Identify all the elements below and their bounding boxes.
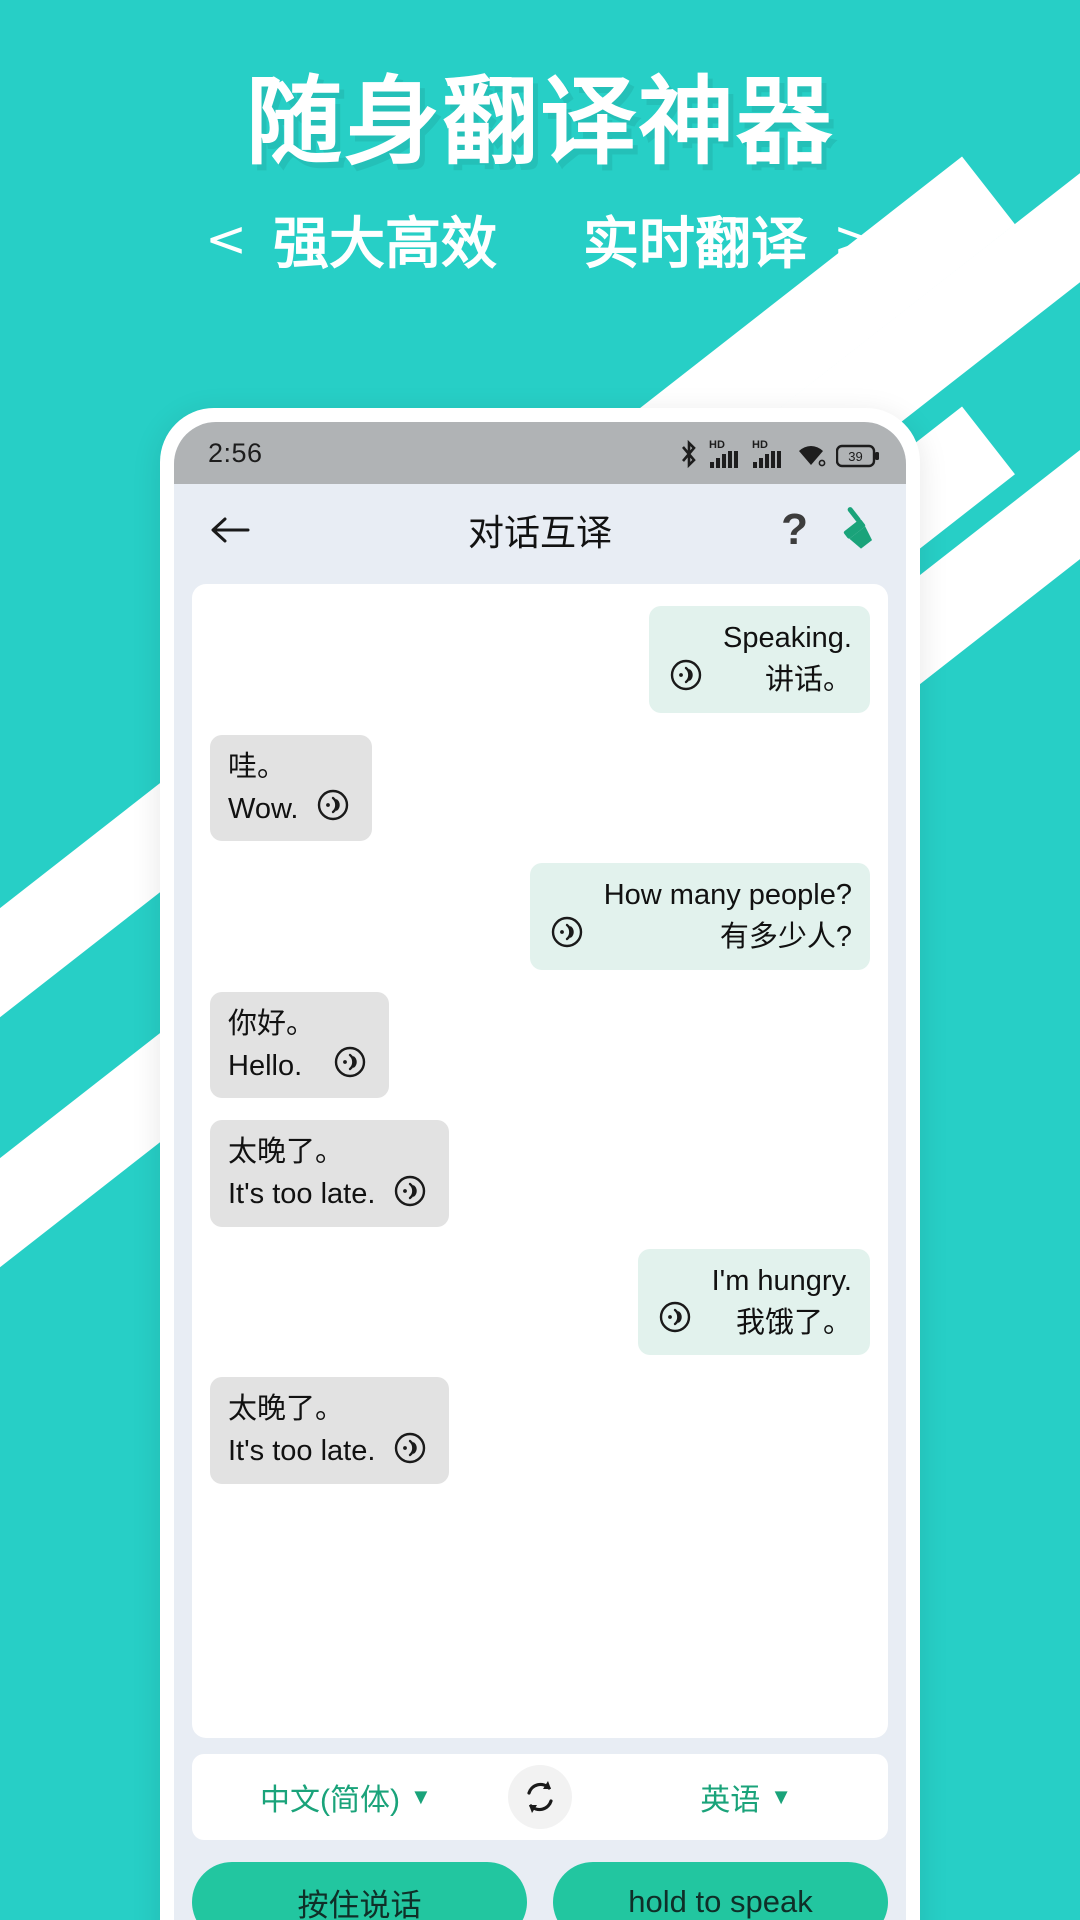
- speaker-icon[interactable]: [391, 1171, 431, 1211]
- chat-line-secondary: It's too late.: [228, 1178, 376, 1211]
- chevron-down-icon: ▼: [409, 1784, 432, 1809]
- chat-bubble-incoming[interactable]: 太晚了。 It's too late.: [210, 1120, 450, 1227]
- hero-subtitle: < 强大高效 实时翻译 >: [0, 199, 1080, 280]
- bluetooth-icon: [678, 439, 700, 469]
- chat-bubble-text: 哇。 Wow.: [228, 749, 298, 828]
- chat-line-secondary: 讲话。: [764, 664, 852, 697]
- hd-signal-icon: HD: [709, 437, 743, 469]
- chat-bubble-outgoing[interactable]: I'm hungry. 我饿了。: [637, 1248, 870, 1355]
- chat-area: Speaking. 讲话。哇。 Wow. How many people? 有多少人? 你…: [174, 576, 906, 1738]
- right-chevron-icon: >: [833, 210, 875, 269]
- chat-line-secondary: 我饿了。: [735, 1306, 852, 1339]
- app-header: 对话互译 ?: [174, 484, 906, 576]
- chat-bubble-incoming[interactable]: 哇。 Wow.: [210, 734, 373, 841]
- chat-message-row: 太晚了。 It's too late.: [210, 1120, 870, 1227]
- chat-bubble-text: 你好。 Hello.: [228, 1006, 315, 1085]
- status-bar-icons: HD HD 39: [678, 437, 880, 469]
- chat-message-row: 你好。 Hello.: [210, 991, 870, 1098]
- speaker-icon[interactable]: [656, 1297, 696, 1337]
- speaker-icon[interactable]: [391, 1428, 431, 1468]
- svg-text:HD: HD: [752, 439, 768, 451]
- speaker-icon[interactable]: [314, 785, 354, 825]
- chat-line-secondary: 有多少人?: [719, 921, 852, 954]
- chat-message-row: How many people? 有多少人?: [210, 863, 870, 970]
- chat-bubble-incoming[interactable]: 太晚了。 It's too late.: [210, 1377, 450, 1484]
- phone-screen: 2:56 HD HD 39 对话互译 ? Speaking. 讲话。 哇。 Wo…: [174, 422, 906, 1920]
- chat-bubble-text: 太晚了。 It's too late.: [228, 1134, 375, 1213]
- hd-signal-icon-2: HD: [752, 437, 786, 469]
- chat-line-primary: 你好。: [228, 1007, 316, 1040]
- chat-line-primary: 太晚了。: [228, 1393, 345, 1425]
- svg-text:39: 39: [848, 449, 862, 464]
- chat-line-primary: Speaking.: [723, 622, 852, 654]
- chat-bubble-text: Speaking. 讲话。: [723, 620, 852, 699]
- status-bar-clock: 2:56: [208, 437, 263, 468]
- speaker-icon[interactable]: [548, 912, 588, 952]
- speak-button-row: 按住说话 hold to speak: [192, 1862, 888, 1920]
- chat-bubble-text: I'm hungry. 我饿了。: [712, 1263, 852, 1342]
- hold-to-speak-source-button[interactable]: 按住说话: [192, 1862, 527, 1920]
- speaker-icon[interactable]: [331, 1042, 371, 1082]
- swap-languages-icon[interactable]: [508, 1765, 572, 1829]
- phone-mockup: 2:56 HD HD 39 对话互译 ? Speaking. 讲话。 哇。 Wo…: [160, 408, 920, 1920]
- chat-bubble-text: How many people? 有多少人?: [604, 877, 852, 956]
- chat-bubble-text: 太晚了。 It's too late.: [228, 1391, 375, 1470]
- hero-subtitle-left: 强大高效: [273, 211, 497, 277]
- chat-message-list[interactable]: Speaking. 讲话。哇。 Wow. How many people? 有多少人? 你…: [192, 584, 888, 1738]
- broom-icon[interactable]: [830, 504, 880, 557]
- chat-line-secondary: It's too late.: [228, 1435, 376, 1468]
- chat-line-secondary: Wow.: [228, 792, 299, 825]
- source-language-selector[interactable]: 中文(简体) ▼: [260, 1775, 432, 1819]
- language-selector-bar: 中文(简体) ▼ 英语 ▼: [192, 1754, 888, 1840]
- chat-message-row: 哇。 Wow.: [210, 734, 870, 841]
- chat-message-row: I'm hungry. 我饿了。: [210, 1248, 870, 1355]
- back-button[interactable]: [204, 504, 256, 556]
- help-icon[interactable]: ?: [781, 508, 808, 552]
- battery-icon: 39: [836, 443, 880, 469]
- speaker-icon[interactable]: [667, 655, 707, 695]
- hero-title: 随身翻译神器: [246, 66, 834, 178]
- chevron-down-icon: ▼: [770, 1784, 792, 1809]
- chat-message-row: Speaking. 讲话。: [210, 606, 870, 713]
- chat-bubble-incoming[interactable]: 你好。 Hello.: [210, 991, 390, 1098]
- chat-bubble-outgoing[interactable]: How many people? 有多少人?: [529, 863, 870, 970]
- target-language-selector[interactable]: 英语 ▼: [700, 1775, 792, 1819]
- chat-line-primary: 哇。: [228, 750, 287, 783]
- chat-line-primary: I'm hungry.: [711, 1264, 852, 1297]
- left-chevron-icon: <: [205, 210, 247, 269]
- wifi-icon: [795, 439, 827, 469]
- chat-line-primary: 太晚了。: [228, 1136, 345, 1168]
- chat-message-row: 太晚了。 It's too late.: [210, 1377, 870, 1484]
- target-language-label: 英语: [700, 1784, 761, 1817]
- hold-to-speak-target-button[interactable]: hold to speak: [553, 1862, 888, 1920]
- source-language-label: 中文(简体): [260, 1784, 400, 1817]
- chat-line-secondary: Hello.: [228, 1049, 303, 1082]
- bottom-controls: 中文(简体) ▼ 英语 ▼ 按住说话 hold to speak: [174, 1738, 906, 1920]
- chat-bubble-outgoing[interactable]: Speaking. 讲话。: [649, 606, 870, 713]
- status-bar: 2:56 HD HD 39: [174, 422, 906, 484]
- hero-banner: 随身翻译神器 < 强大高效 实时翻译 >: [0, 0, 1080, 280]
- svg-text:HD: HD: [709, 439, 725, 451]
- hero-subtitle-right: 实时翻译: [583, 211, 807, 277]
- chat-line-primary: How many people?: [603, 879, 852, 911]
- app-header-actions: ?: [781, 504, 880, 557]
